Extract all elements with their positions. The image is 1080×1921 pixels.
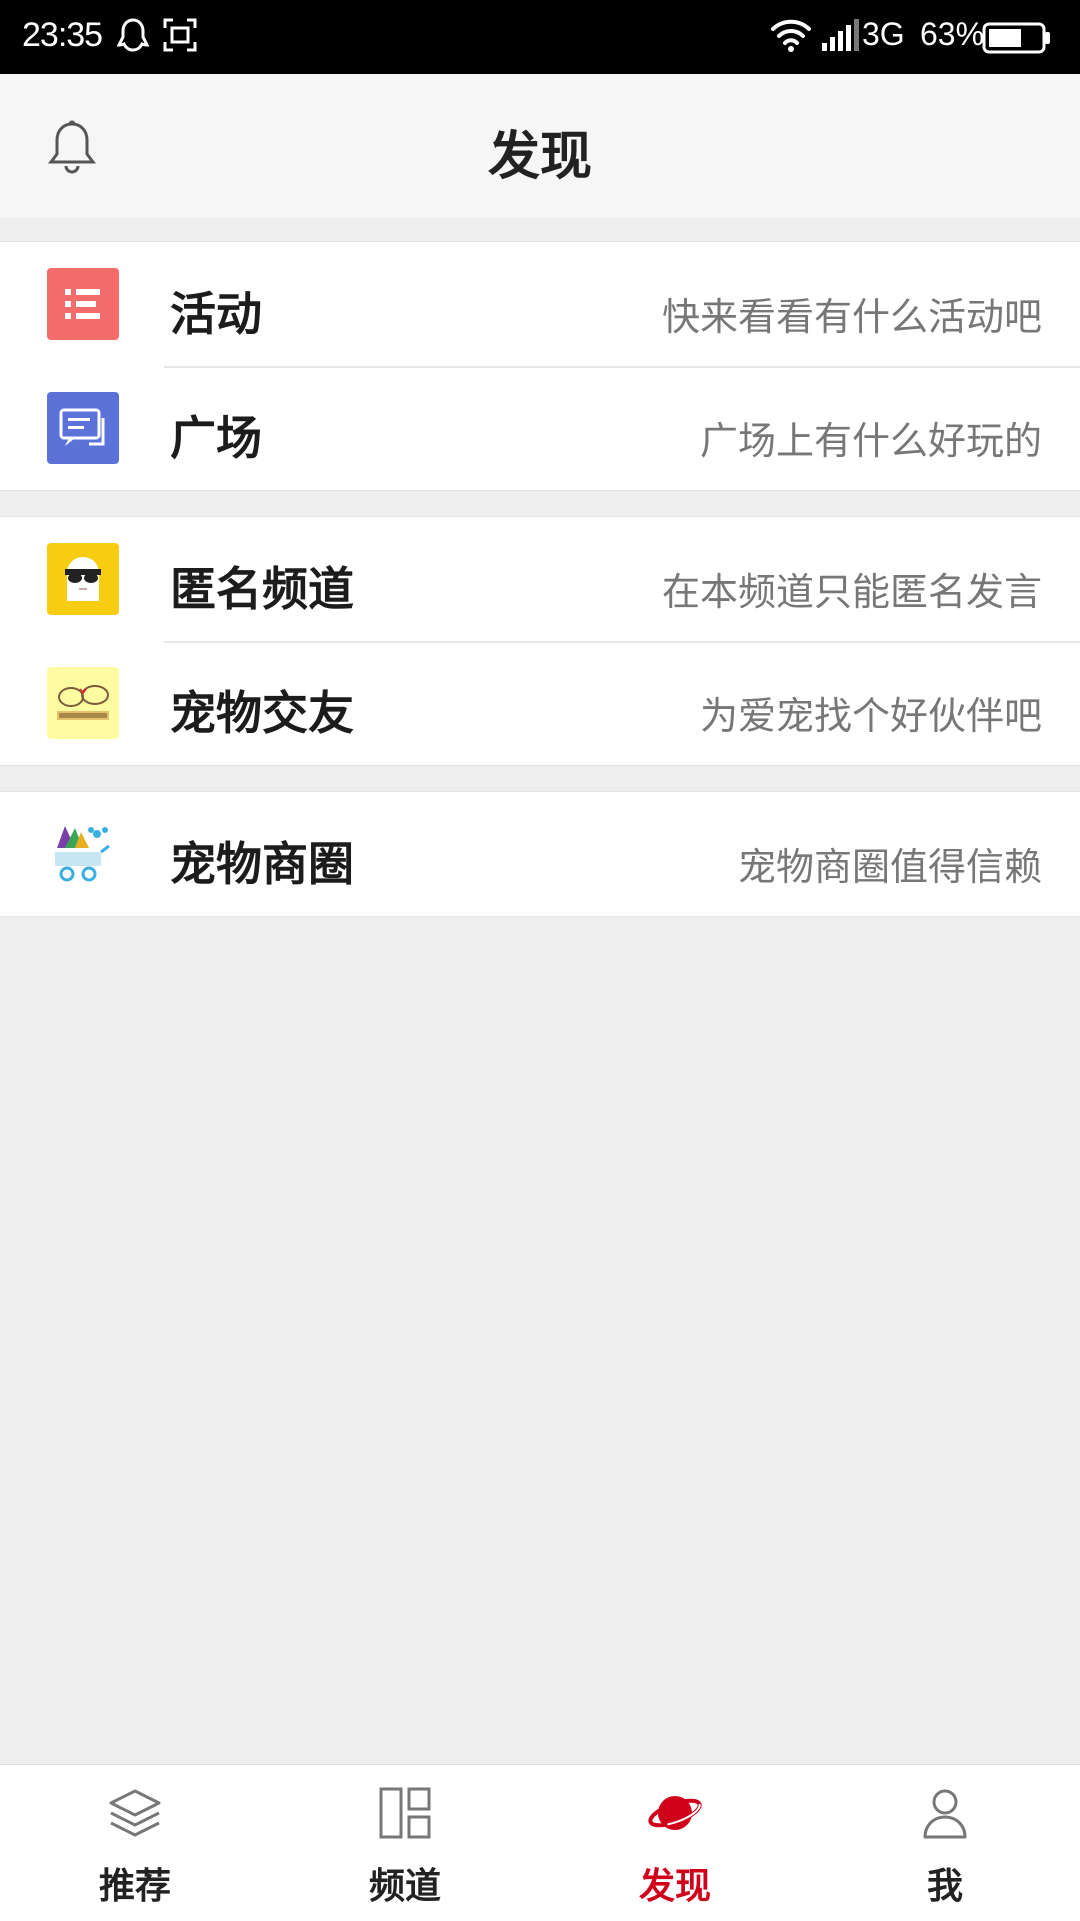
tab-label: 发现 [638, 1866, 711, 1907]
network-type: 3G [862, 16, 905, 52]
menu-group-2: 匿名频道 在本频道只能匿名发言 宠物交友 为爱宠找个好伙伴吧 [0, 516, 1080, 766]
item-title: 活动 [170, 287, 262, 341]
item-description: 广场上有什么好玩的 [699, 419, 1042, 463]
layers-icon [107, 1785, 163, 1841]
tab-discover[interactable]: 发现 [540, 1765, 810, 1921]
list-item-activity[interactable]: 活动 快来看看有什么活动吧 [0, 242, 1080, 366]
planet-icon [647, 1785, 703, 1841]
bottom-tab-bar: 推荐 频道 发现 我 [0, 1764, 1080, 1921]
page-title: 发现 [487, 127, 592, 187]
screenshot-icon [162, 17, 198, 57]
item-title: 宠物交友 [170, 686, 354, 740]
wifi-icon [770, 17, 812, 57]
qq-notification-icon [116, 17, 150, 59]
status-time: 23:35 [22, 16, 103, 54]
item-title: 广场 [170, 411, 262, 465]
item-description: 快来看看有什么活动吧 [661, 295, 1042, 339]
tab-label: 推荐 [98, 1866, 171, 1907]
list-icon [47, 268, 119, 340]
battery-percent: 63% [920, 16, 985, 52]
person-icon [917, 1785, 973, 1841]
tab-label: 频道 [368, 1866, 441, 1907]
signal-icon [820, 17, 860, 57]
tab-channels[interactable]: 频道 [270, 1765, 540, 1921]
chat-icon [47, 392, 119, 464]
tab-label: 我 [926, 1866, 963, 1907]
list-item-square[interactable]: 广场 广场上有什么好玩的 [0, 366, 1080, 490]
pet-friends-icon [47, 667, 119, 739]
pet-shop-icon [47, 818, 119, 890]
list-item-pet-shop[interactable]: 宠物商圈 宠物商圈值得信赖 [0, 792, 1080, 916]
item-description: 在本频道只能匿名发言 [661, 570, 1042, 614]
menu-group-1: 活动 快来看看有什么活动吧 广场 广场上有什么好玩的 [0, 241, 1080, 491]
battery-icon [982, 22, 1052, 58]
grid-icon [377, 1785, 433, 1841]
tab-me[interactable]: 我 [810, 1765, 1080, 1921]
list-item-anonymous[interactable]: 匿名频道 在本频道只能匿名发言 [0, 517, 1080, 641]
item-description: 宠物商圈值得信赖 [737, 845, 1042, 889]
list-item-pet-friends[interactable]: 宠物交友 为爱宠找个好伙伴吧 [0, 641, 1080, 765]
tab-recommend[interactable]: 推荐 [0, 1765, 270, 1921]
status-bar: 23:35 3G 63% [0, 0, 1080, 74]
item-description: 为爱宠找个好伙伴吧 [699, 694, 1042, 738]
menu-group-3: 宠物商圈 宠物商圈值得信赖 [0, 791, 1080, 917]
item-title: 宠物商圈 [170, 837, 354, 891]
item-title: 匿名频道 [170, 562, 354, 616]
anonymous-icon [47, 543, 119, 615]
header: 发现 [0, 74, 1080, 218]
